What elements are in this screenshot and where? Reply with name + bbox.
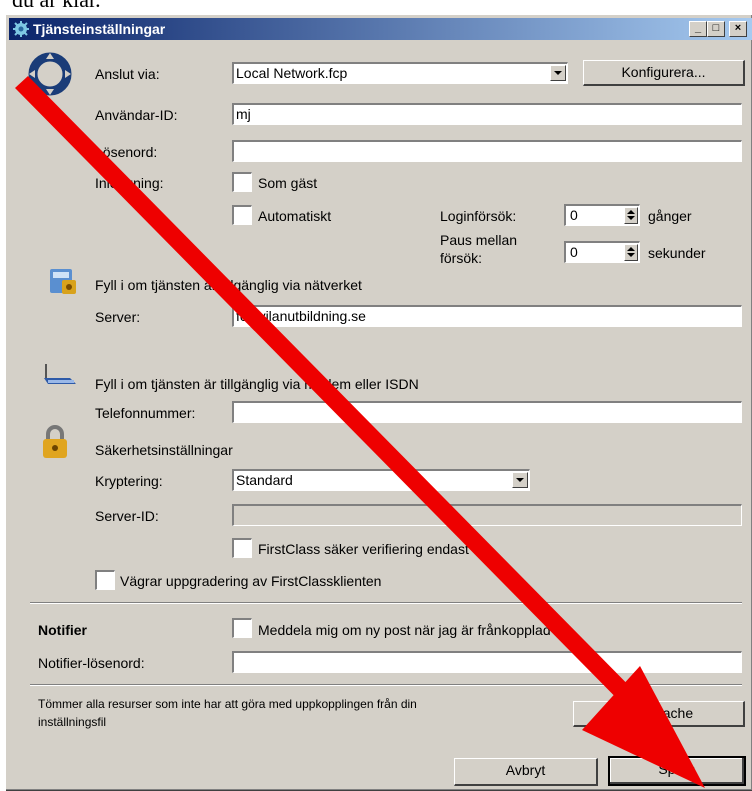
phone-label: Telefonnummer: [95,405,196,421]
cancel-button[interactable]: Avbryt [454,758,598,786]
server-id-label: Server-ID: [95,508,159,524]
modem-icon [44,364,76,384]
guest-checkbox-label: Som gäst [258,175,318,191]
automatic-checkbox[interactable] [232,205,252,225]
login-attempts-value: 0 [570,207,578,223]
pause-label-line1: Paus mellan [440,232,518,248]
network-server-icon [50,269,76,294]
server-label: Server: [95,309,141,325]
login-label: Inloggning: [95,175,164,191]
save-button[interactable]: Spara [608,756,746,786]
server-input[interactable]: fc.hvilanutbildning.se [232,305,742,327]
login-attempts-spinner[interactable]: 0 [564,204,640,226]
guest-checkbox[interactable] [232,172,252,192]
secure-verify-checkbox[interactable] [232,538,252,558]
pause-spinner[interactable]: 0 [564,241,640,263]
phone-input[interactable] [232,401,742,423]
pause-label-line2: försök: [440,250,483,266]
password-input[interactable] [232,140,742,162]
cache-description-line2: inställningsfil [38,715,107,729]
login-attempts-unit: gånger [648,208,692,224]
secure-verify-label: FirstClass säker verifiering endast [258,541,469,557]
separator [30,684,742,686]
cache-description-line1: Tömmer alla resurser som inte har att gö… [38,697,417,711]
notifier-heading: Notifier [38,622,87,638]
spinner-arrows-icon[interactable] [624,207,638,224]
configure-button[interactable]: Konfigurera... [583,60,745,86]
notify-checkbox[interactable] [232,618,252,638]
pause-value: 0 [570,244,578,260]
refuse-upgrade-checkbox[interactable] [95,570,115,590]
user-id-label: Användar-ID: [95,107,178,123]
firstclass-ring-icon [28,52,72,96]
encryption-label: Kryptering: [95,473,163,489]
notifier-password-label: Notifier-lösenord: [38,655,145,671]
notify-checkbox-label: Meddela mig om ny post när jag är frånko… [258,622,551,638]
encryption-value: Standard [236,472,293,488]
gear-icon [13,21,29,37]
modem-heading: Fyll i om tjänsten är tillgänglig via mo… [95,376,419,392]
lock-icon [43,425,67,458]
clear-cache-button[interactable]: Töm cache [573,701,745,727]
maximize-button[interactable]: □ [707,21,725,37]
automatic-checkbox-label: Automatiskt [258,208,332,224]
connect-via-value: Local Network.fcp [236,65,348,81]
network-heading: Fyll i om tjänsten är tillgänglig via nä… [95,277,362,293]
minimize-button[interactable]: _ [689,21,707,37]
window-title: Tjänsteinställningar [33,21,166,37]
connect-via-select[interactable]: Local Network.fcp [232,62,568,84]
close-button[interactable]: × [729,21,747,37]
header-text: du är klar. [12,0,101,12]
spinner-arrows-icon[interactable] [624,244,638,261]
connect-via-label: Anslut via: [95,66,160,82]
server-id-input[interactable] [232,504,742,526]
chevron-down-icon[interactable] [512,472,528,488]
chevron-down-icon[interactable] [550,65,566,81]
user-id-input[interactable]: mj [232,103,742,125]
encryption-select[interactable]: Standard [232,469,530,491]
separator [30,602,742,604]
security-heading: Säkerhetsinställningar [95,442,233,458]
password-label: Lösenord: [95,144,158,160]
refuse-upgrade-label: Vägrar uppgradering av FirstClasskliente… [120,573,382,589]
pause-unit: sekunder [648,245,706,261]
login-attempts-label: Loginförsök: [440,208,517,224]
title-bar[interactable]: Tjänsteinställningar _ □ × [9,18,752,40]
notifier-password-input[interactable] [232,651,742,673]
